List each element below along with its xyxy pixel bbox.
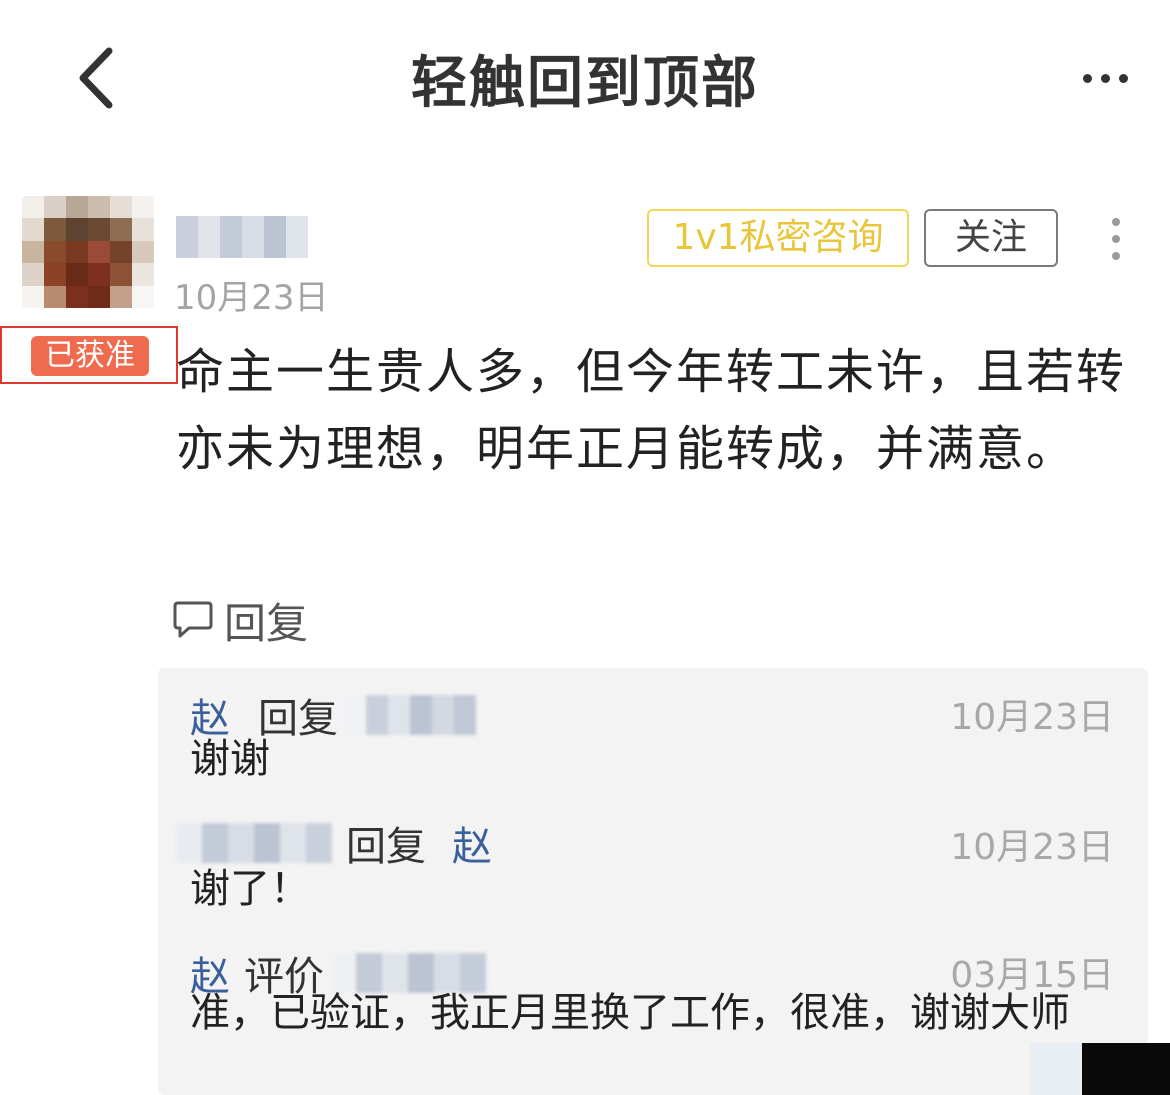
- reply-label: 回复: [224, 598, 309, 648]
- page-title[interactable]: 轻触回到顶部: [0, 38, 1170, 119]
- approved-badge: 已获准: [31, 336, 149, 376]
- avatar-pixelated-image: [22, 196, 154, 308]
- comment-icon: [173, 601, 213, 638]
- more-button[interactable]: [1070, 58, 1140, 98]
- reply-text: 谢了！: [190, 866, 310, 912]
- reply-button[interactable]: 回复: [172, 592, 308, 648]
- follow-button[interactable]: 关注: [924, 209, 1058, 267]
- thumbnail-light-part: [1030, 1043, 1082, 1095]
- more-dot: [1112, 235, 1120, 243]
- more-dot: [1112, 252, 1120, 260]
- username-blurred[interactable]: [176, 216, 308, 258]
- reply-text: 谢谢: [190, 736, 270, 782]
- reply-target[interactable]: 赵: [452, 814, 492, 872]
- reply-date: 10月23日: [950, 827, 1114, 868]
- top-nav-bar: 轻触回到顶部: [0, 0, 1170, 150]
- replies-panel: 赵 回复 10月23日 谢谢 回复 赵 10月23日 谢了！ 赵 评价 03月1…: [158, 668, 1148, 1095]
- more-dot: [1112, 218, 1120, 226]
- post-date: 10月23日: [174, 278, 329, 318]
- reply-date: 10月23日: [950, 697, 1114, 738]
- reply-verb: 回复: [258, 696, 338, 742]
- reply-verb: 回复: [346, 824, 426, 870]
- more-dot: [1100, 73, 1110, 83]
- more-dot: [1082, 73, 1092, 83]
- reply-target-blurred[interactable]: [330, 953, 486, 993]
- post-content: 命主一生贵人多，但今年转工未许，且若转亦未为理想，明年正月能转成，并满意。: [176, 344, 1127, 477]
- corner-thumbnail: [1030, 1043, 1170, 1095]
- private-consult-button[interactable]: 1v1私密咨询: [647, 209, 909, 267]
- thumbnail-dark-part: [1082, 1043, 1170, 1095]
- avatar[interactable]: [22, 196, 154, 308]
- reply-target-blurred[interactable]: [344, 695, 476, 735]
- reply-text: 准，已验证，我正月里换了工作，很准，谢谢大师: [190, 990, 1070, 1036]
- reply-author-blurred[interactable]: [176, 823, 332, 863]
- more-dot: [1118, 73, 1128, 83]
- post-more-button[interactable]: [1096, 212, 1136, 266]
